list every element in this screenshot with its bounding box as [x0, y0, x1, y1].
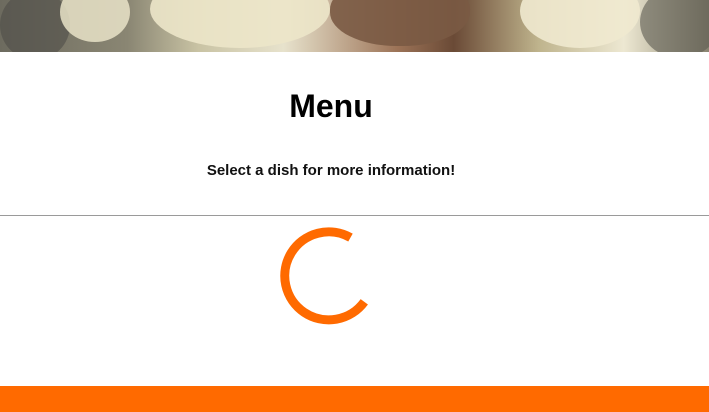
spinner-arc	[280, 227, 368, 325]
hero-banner-image	[0, 0, 709, 52]
footer-bar	[0, 386, 709, 412]
page-title: Menu	[289, 88, 373, 124]
section-divider	[0, 215, 709, 216]
page-subtitle: Select a dish for more information!	[206, 162, 456, 179]
loading-spinner-icon	[280, 227, 368, 325]
menu-page: Menu Select a dish for more information!	[0, 0, 709, 412]
